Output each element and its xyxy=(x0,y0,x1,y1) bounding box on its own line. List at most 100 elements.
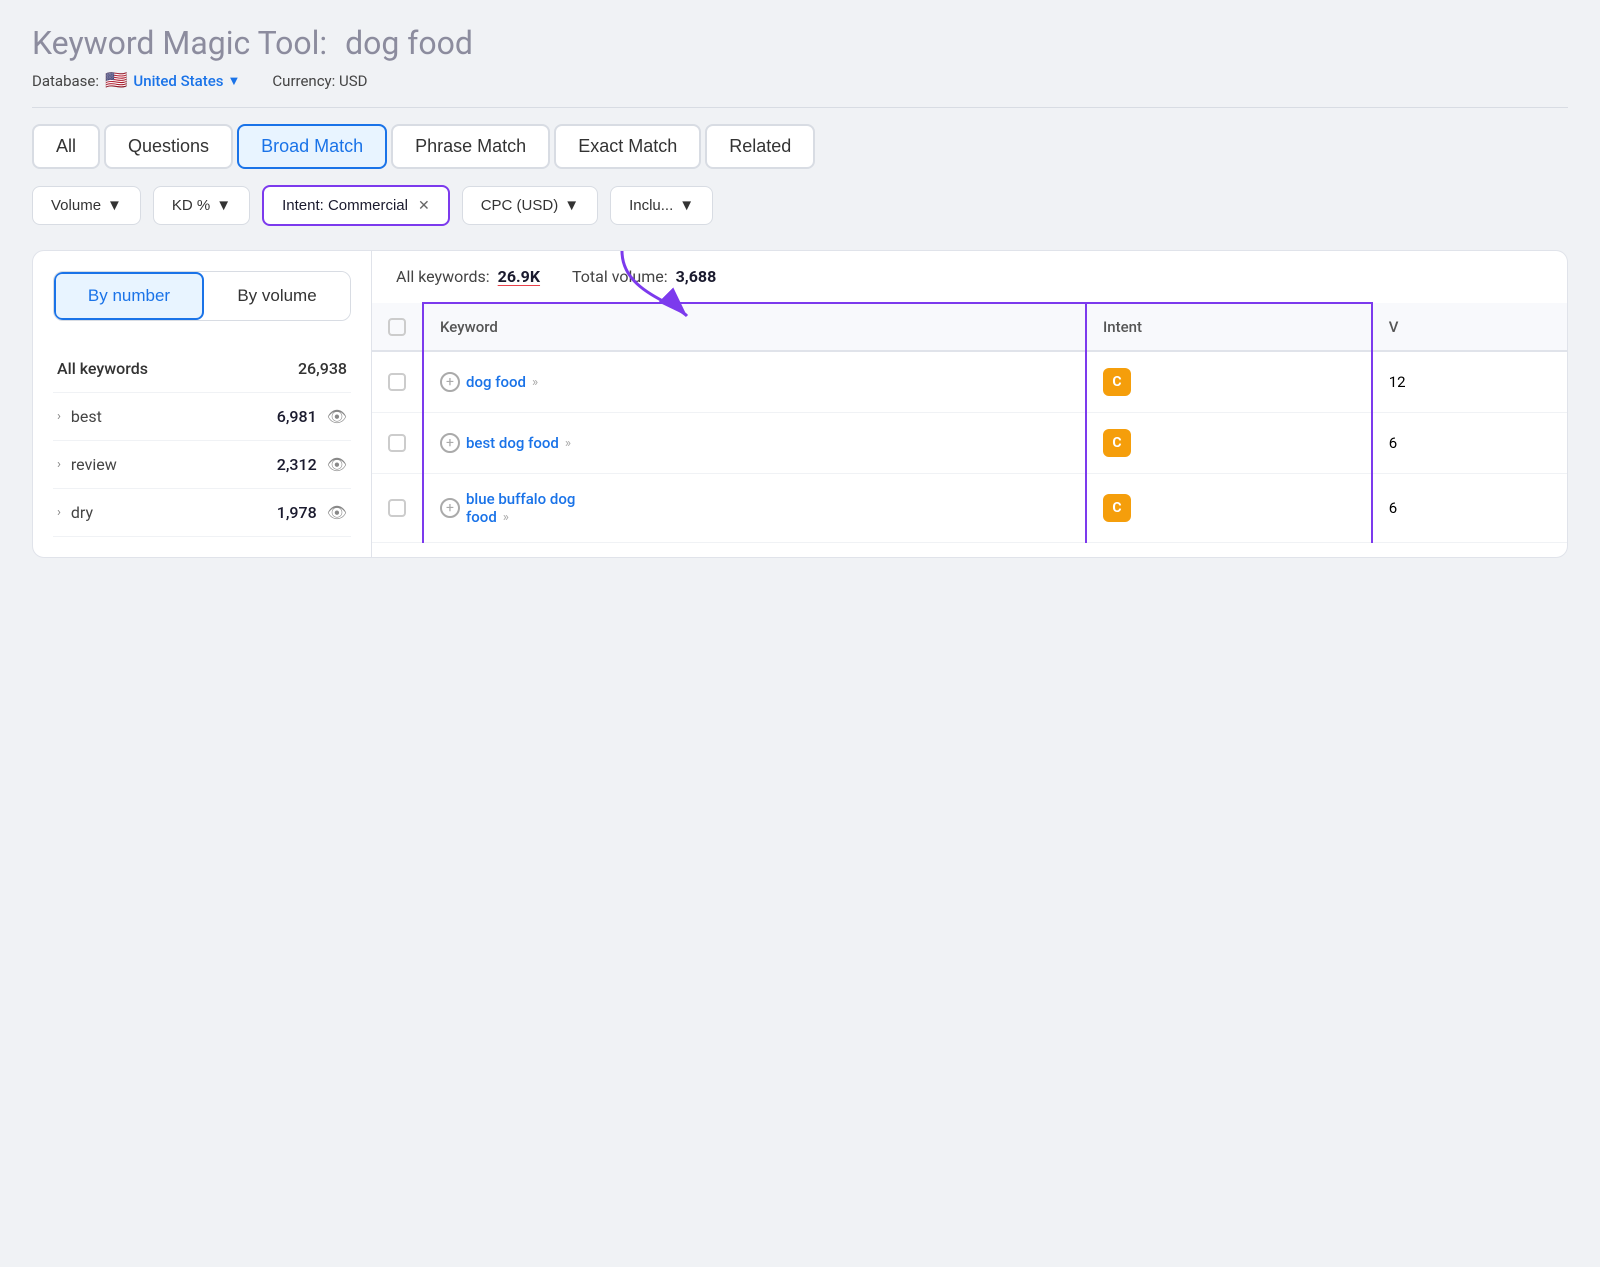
keyword-expand-icon[interactable]: » xyxy=(532,375,538,390)
row-keyword-cell: + blue buffalo dog food » xyxy=(423,474,1086,543)
chevron-down-icon: ▼ xyxy=(228,73,241,89)
database-row: Database: 🇺🇸 United States ▼ Currency: U… xyxy=(32,70,1568,91)
row-intent-cell: C xyxy=(1086,351,1372,413)
row-checkbox[interactable] xyxy=(388,373,406,391)
filter-kd-label: KD % xyxy=(172,197,210,214)
page-title: Keyword Magic Tool: dog food xyxy=(32,24,1568,62)
chevron-right-icon[interactable]: › xyxy=(57,505,61,520)
col-intent-header: Intent xyxy=(1086,303,1372,351)
all-keywords-stat-label: All keywords: xyxy=(396,267,490,286)
intent-badge: C xyxy=(1103,368,1131,396)
row-checkbox-cell xyxy=(372,474,423,543)
table-header-row: Keyword Intent V xyxy=(372,303,1567,351)
filter-volume-label: Volume xyxy=(51,197,101,214)
volume-col-label: V xyxy=(1389,318,1399,336)
filters-row: Volume ▼ KD % ▼ Intent: Commercial ✕ CPC… xyxy=(32,185,1568,226)
row-checkbox[interactable] xyxy=(388,499,406,517)
chevron-right-icon[interactable]: › xyxy=(57,409,61,424)
row-checkbox[interactable] xyxy=(388,434,406,452)
row-volume-value: 12 xyxy=(1389,373,1406,391)
filter-cpc-label: CPC (USD) xyxy=(481,197,559,214)
intent-badge: C xyxy=(1103,494,1131,522)
keyword-text-2[interactable]: food xyxy=(466,508,497,526)
filter-intent-label: Intent: Commercial xyxy=(282,197,408,214)
row-volume-cell: 6 xyxy=(1372,413,1567,474)
eye-icon[interactable]: 👁 xyxy=(327,407,347,426)
filter-cpc[interactable]: CPC (USD) ▼ xyxy=(462,186,598,225)
row-checkbox-cell xyxy=(372,413,423,474)
keyword-cell-content: + dog food » xyxy=(440,372,1069,392)
add-keyword-icon[interactable]: + xyxy=(440,372,460,392)
all-keywords-stat-value: 26.9K xyxy=(498,267,540,286)
left-sidebar: By number By volume All keywords 26,938 … xyxy=(32,250,372,558)
toggle-by-volume[interactable]: By volume xyxy=(204,272,350,320)
stats-area: All keywords: 26.9K Total volume: 3,688 xyxy=(372,251,1567,302)
add-keyword-icon[interactable]: + xyxy=(440,498,460,518)
sidebar-item-count: 6,981 xyxy=(277,407,317,426)
stats-row: All keywords: 26.9K Total volume: 3,688 xyxy=(372,251,1567,302)
row-checkbox-cell xyxy=(372,351,423,413)
keyword-text[interactable]: best dog food xyxy=(466,434,559,452)
keyword-text[interactable]: blue buffalo dog xyxy=(466,490,575,508)
database-label: Database: 🇺🇸 United States ▼ xyxy=(32,70,240,91)
intent-col-label: Intent xyxy=(1103,318,1142,336)
all-keywords-label: All keywords xyxy=(57,359,148,378)
tab-phrase-match[interactable]: Phrase Match xyxy=(391,124,550,169)
sidebar-item-label: review xyxy=(71,455,277,474)
col-checkbox xyxy=(372,303,423,351)
chevron-down-icon: ▼ xyxy=(107,197,122,214)
eye-icon[interactable]: 👁 xyxy=(327,503,347,522)
main-content: By number By volume All keywords 26,938 … xyxy=(32,250,1568,558)
tab-all[interactable]: All xyxy=(32,124,100,169)
list-item: › dry 1,978 👁 xyxy=(53,489,351,537)
list-item: › review 2,312 👁 xyxy=(53,441,351,489)
close-icon[interactable]: ✕ xyxy=(418,197,430,214)
table-row: + blue buffalo dog food » xyxy=(372,474,1567,543)
filter-volume[interactable]: Volume ▼ xyxy=(32,186,141,225)
table-row: + best dog food » C 6 xyxy=(372,413,1567,474)
chevron-down-icon: ▼ xyxy=(679,197,694,214)
all-keywords-count: 26,938 xyxy=(298,359,347,378)
chevron-down-icon: ▼ xyxy=(216,197,231,214)
sidebar-item-count: 2,312 xyxy=(277,455,317,474)
keyword-cell-content: + best dog food » xyxy=(440,433,1069,453)
filter-inclu[interactable]: Inclu... ▼ xyxy=(610,186,713,225)
sidebar-item-count: 1,978 xyxy=(277,503,317,522)
keyword-expand-icon[interactable]: » xyxy=(565,436,571,451)
select-all-checkbox[interactable] xyxy=(388,318,406,336)
row-volume-value: 6 xyxy=(1389,434,1397,452)
database-link[interactable]: United States ▼ xyxy=(133,72,240,90)
eye-icon[interactable]: 👁 xyxy=(327,455,347,474)
row-volume-cell: 12 xyxy=(1372,351,1567,413)
currency-label: Currency: USD xyxy=(272,72,367,90)
tab-broad-match[interactable]: Broad Match xyxy=(237,124,387,169)
row-keyword-cell: + best dog food » xyxy=(423,413,1086,474)
keyword-text[interactable]: dog food xyxy=(466,373,526,391)
row-volume-value: 6 xyxy=(1389,499,1397,517)
table-row: + dog food » C 12 xyxy=(372,351,1567,413)
database-text: Database: xyxy=(32,72,99,90)
page-header: Keyword Magic Tool: dog food Database: 🇺… xyxy=(32,24,1568,91)
header-divider xyxy=(32,107,1568,108)
database-value: United States xyxy=(133,72,223,90)
row-volume-cell: 6 xyxy=(1372,474,1567,543)
total-volume-value: 3,688 xyxy=(676,267,717,286)
sidebar-item-label: best xyxy=(71,407,277,426)
title-keyword: dog food xyxy=(345,24,473,62)
tab-related[interactable]: Related xyxy=(705,124,815,169)
tabs-row: All Questions Broad Match Phrase Match E… xyxy=(32,124,1568,169)
page-wrapper: Keyword Magic Tool: dog food Database: 🇺… xyxy=(32,24,1568,558)
row-keyword-cell: + dog food » xyxy=(423,351,1086,413)
keyword-expand-icon[interactable]: » xyxy=(503,510,509,525)
chevron-right-icon[interactable]: › xyxy=(57,457,61,472)
add-keyword-icon[interactable]: + xyxy=(440,433,460,453)
filter-intent[interactable]: Intent: Commercial ✕ xyxy=(262,185,450,226)
toggle-by-number[interactable]: By number xyxy=(54,272,204,320)
col-keyword-header: Keyword xyxy=(423,303,1086,351)
filter-kd[interactable]: KD % ▼ xyxy=(153,186,250,225)
list-item: › best 6,981 👁 xyxy=(53,393,351,441)
keyword-col-label: Keyword xyxy=(440,318,498,336)
tab-questions[interactable]: Questions xyxy=(104,124,233,169)
keyword-second-line: food » xyxy=(466,508,575,526)
tab-exact-match[interactable]: Exact Match xyxy=(554,124,701,169)
